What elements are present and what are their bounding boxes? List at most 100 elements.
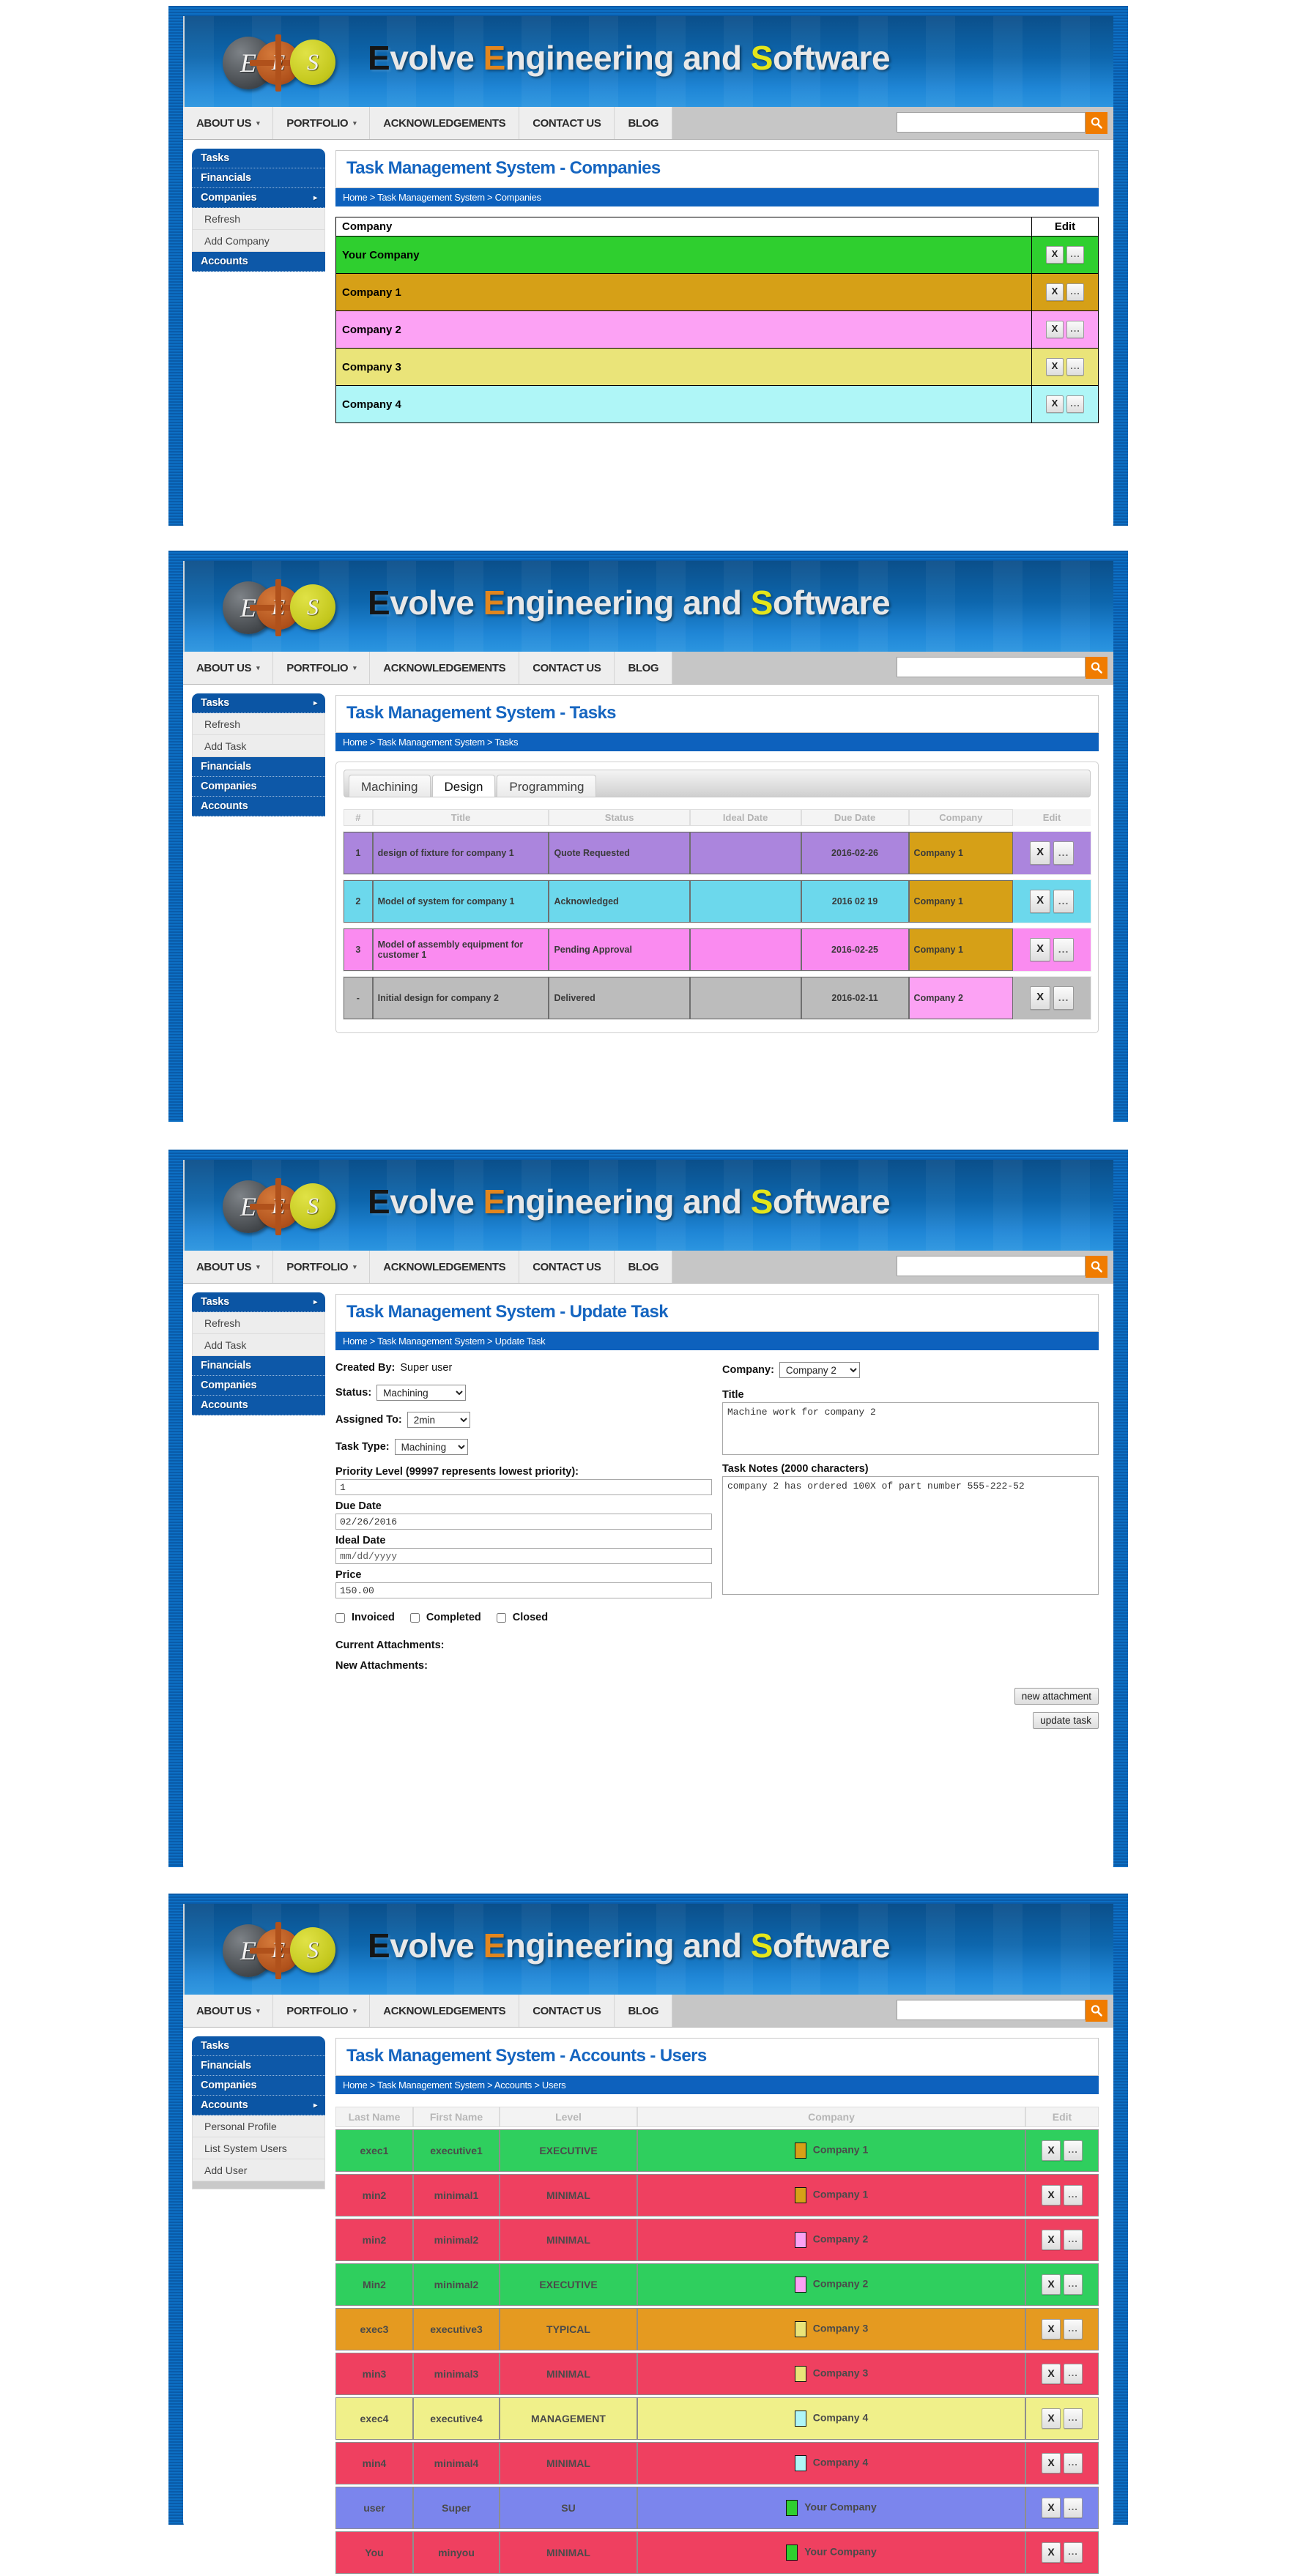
update-task-button[interactable]: update task	[1033, 1712, 1099, 1729]
sidebar-item-accounts[interactable]: Accounts	[192, 252, 325, 272]
more-button[interactable]: ...	[1066, 283, 1084, 301]
sidebar-item-refresh[interactable]: Refresh	[192, 1312, 325, 1334]
delete-button[interactable]: X	[1046, 283, 1064, 301]
nav-blog[interactable]: BLOG	[615, 1995, 673, 2027]
sidebar-item-companies[interactable]: Companies	[192, 777, 325, 797]
delete-button[interactable]: X	[1042, 2274, 1061, 2295]
more-button[interactable]: ...	[1064, 2542, 1083, 2563]
sidebar-item-financials[interactable]: Financials	[192, 168, 325, 188]
company-select[interactable]: Company 2	[779, 1362, 860, 1378]
sidebar-item-companies[interactable]: Companies ▸	[192, 188, 325, 208]
more-button[interactable]: ...	[1064, 2185, 1083, 2205]
sidebar-item-companies[interactable]: Companies	[192, 1376, 325, 1396]
more-button[interactable]: ...	[1053, 986, 1075, 1010]
price-input[interactable]	[335, 1582, 712, 1598]
more-button[interactable]: ...	[1064, 2408, 1083, 2429]
delete-button[interactable]: X	[1042, 2185, 1061, 2205]
sidebar-item-add-user[interactable]: Add User	[192, 2159, 325, 2181]
sidebar-item-accounts[interactable]: Accounts	[192, 1396, 325, 1415]
delete-button[interactable]: X	[1030, 890, 1051, 913]
sidebar-item-refresh[interactable]: Refresh	[192, 713, 325, 735]
nav-contact-us[interactable]: CONTACT US	[519, 107, 615, 139]
more-button[interactable]: ...	[1066, 395, 1084, 413]
nav-blog[interactable]: BLOG	[615, 652, 673, 684]
sidebar-item-personal-profile[interactable]: Personal Profile	[192, 2115, 325, 2137]
sidebar-item-tasks[interactable]: Tasks ▸	[192, 693, 325, 713]
tab-machining[interactable]: Machining	[349, 775, 431, 797]
search-button[interactable]	[1086, 657, 1107, 679]
more-button[interactable]: ...	[1064, 2274, 1083, 2295]
status-select[interactable]: Machining	[376, 1385, 467, 1401]
nav-about-us[interactable]: ABOUT US ▾	[183, 1251, 274, 1283]
priority-input[interactable]	[335, 1479, 712, 1495]
tab-design[interactable]: Design	[431, 775, 496, 797]
delete-button[interactable]: X	[1042, 2230, 1061, 2250]
delete-button[interactable]: X	[1046, 358, 1064, 376]
sidebar-item-accounts[interactable]: Accounts	[192, 797, 325, 816]
delete-button[interactable]: X	[1042, 2408, 1061, 2429]
more-button[interactable]: ...	[1053, 890, 1075, 913]
sidebar-item-tasks[interactable]: Tasks ▸	[192, 1292, 325, 1312]
more-button[interactable]: ...	[1053, 841, 1075, 865]
sidebar-item-financials[interactable]: Financials	[192, 757, 325, 777]
more-button[interactable]: ...	[1064, 2319, 1083, 2339]
sidebar-item-add-task[interactable]: Add Task	[192, 735, 325, 757]
sidebar-item-accounts[interactable]: Accounts ▸	[192, 2096, 325, 2115]
search-button[interactable]	[1086, 112, 1107, 134]
nav-portfolio[interactable]: PORTFOLIO ▾	[273, 1995, 371, 2027]
nav-about-us[interactable]: ABOUT US ▾	[183, 107, 274, 139]
more-button[interactable]: ...	[1053, 938, 1075, 961]
delete-button[interactable]: X	[1042, 2453, 1061, 2473]
search-button[interactable]	[1086, 2000, 1107, 2022]
delete-button[interactable]: X	[1046, 395, 1064, 413]
invoiced-checkbox[interactable]	[335, 1612, 345, 1623]
due-date-input[interactable]	[335, 1514, 712, 1530]
more-button[interactable]: ...	[1066, 246, 1084, 264]
more-button[interactable]: ...	[1064, 2230, 1083, 2250]
sidebar-item-refresh[interactable]: Refresh	[192, 208, 325, 230]
sidebar-item-tasks[interactable]: Tasks	[192, 149, 325, 168]
more-button[interactable]: ...	[1064, 2498, 1083, 2518]
sidebar-item-financials[interactable]: Financials	[192, 1356, 325, 1376]
search-button[interactable]	[1086, 1256, 1107, 1278]
assigned-to-select[interactable]: 2min	[407, 1412, 470, 1428]
sidebar-item-tasks[interactable]: Tasks	[192, 2036, 325, 2056]
search-input[interactable]	[897, 657, 1086, 677]
ideal-date-input[interactable]	[335, 1548, 712, 1564]
more-button[interactable]: ...	[1064, 2140, 1083, 2161]
title-textarea[interactable]: Machine work for company 2	[722, 1402, 1099, 1455]
sidebar-item-add-task[interactable]: Add Task	[192, 1334, 325, 1356]
nav-blog[interactable]: BLOG	[615, 107, 673, 139]
more-button[interactable]: ...	[1066, 321, 1084, 338]
search-input[interactable]	[897, 1256, 1086, 1276]
more-button[interactable]: ...	[1064, 2364, 1083, 2384]
delete-button[interactable]: X	[1030, 841, 1051, 865]
delete-button[interactable]: X	[1042, 2319, 1061, 2339]
completed-checkbox[interactable]	[409, 1612, 420, 1623]
nav-about-us[interactable]: ABOUT US ▾	[183, 652, 274, 684]
nav-acknowledgements[interactable]: ACKNOWLEDGEMENTS	[370, 652, 520, 684]
nav-acknowledgements[interactable]: ACKNOWLEDGEMENTS	[370, 1251, 520, 1283]
delete-button[interactable]: X	[1042, 2364, 1061, 2384]
sidebar-item-list-system-users[interactable]: List System Users	[192, 2137, 325, 2159]
delete-button[interactable]: X	[1042, 2498, 1061, 2518]
delete-button[interactable]: X	[1042, 2542, 1061, 2563]
search-input[interactable]	[897, 2000, 1086, 2020]
new-attachment-button[interactable]: new attachment	[1014, 1688, 1099, 1705]
nav-contact-us[interactable]: CONTACT US	[519, 1251, 615, 1283]
notes-textarea[interactable]: company 2 has ordered 100X of part numbe…	[722, 1476, 1099, 1595]
nav-acknowledgements[interactable]: ACKNOWLEDGEMENTS	[370, 1995, 520, 2027]
delete-button[interactable]: X	[1030, 938, 1051, 961]
nav-contact-us[interactable]: CONTACT US	[519, 652, 615, 684]
nav-blog[interactable]: BLOG	[615, 1251, 673, 1283]
closed-checkbox[interactable]	[496, 1612, 506, 1623]
sidebar-item-add-company[interactable]: Add Company	[192, 230, 325, 252]
nav-contact-us[interactable]: CONTACT US	[519, 1995, 615, 2027]
delete-button[interactable]: X	[1030, 986, 1051, 1010]
nav-portfolio[interactable]: PORTFOLIO ▾	[273, 652, 371, 684]
search-input[interactable]	[897, 112, 1086, 133]
task-type-select[interactable]: Machining	[394, 1439, 468, 1455]
nav-acknowledgements[interactable]: ACKNOWLEDGEMENTS	[370, 107, 520, 139]
sidebar-item-financials[interactable]: Financials	[192, 2056, 325, 2076]
tab-programming[interactable]: Programming	[497, 775, 597, 797]
